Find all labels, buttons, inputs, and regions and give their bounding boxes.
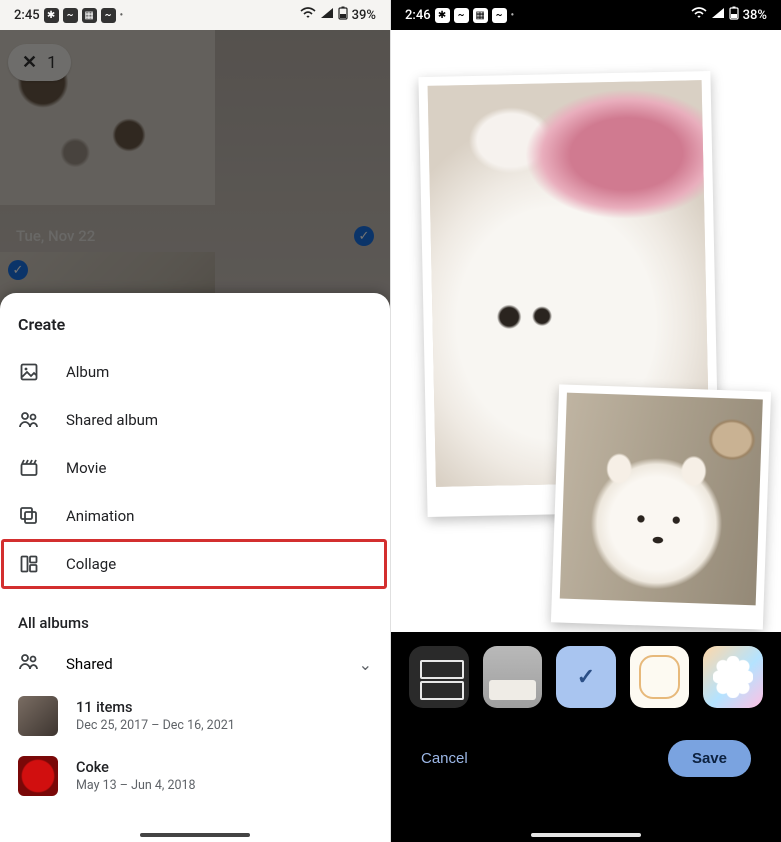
screen-collage-editor: 2:46 ✱ ~ ▦ ~ • 38%: [391, 0, 781, 842]
notification-dot-icon: •: [511, 10, 515, 21]
album-title: Coke: [76, 759, 196, 776]
album-title: 11 items: [76, 699, 235, 716]
photo-content: [560, 393, 763, 606]
statusbar: 2:46 ✱ ~ ▦ ~ • 38%: [391, 0, 781, 30]
style-option-polaroid-selected[interactable]: [556, 646, 616, 708]
notification-dot-icon: •: [120, 10, 124, 21]
messenger2-icon: ~: [101, 8, 116, 23]
menu-item-label: Shared album: [66, 411, 158, 429]
movie-icon: [18, 457, 40, 479]
select-all-check-icon[interactable]: ✓: [354, 226, 374, 246]
cell-signal-icon: [711, 7, 725, 23]
battery-icon: [338, 6, 348, 24]
menu-item-label: Movie: [66, 459, 106, 477]
menu-item-animation[interactable]: Animation: [0, 492, 390, 540]
slack-icon: ✱: [435, 8, 450, 23]
album-row[interactable]: 11 items Dec 25, 2017 – Dec 16, 2021: [0, 686, 390, 746]
menu-item-label: Album: [66, 363, 109, 381]
create-section-title: Create: [0, 315, 390, 348]
shared-icon: [18, 409, 40, 431]
all-albums-title: All albums: [0, 602, 390, 642]
album-row[interactable]: Coke May 13 – Jun 4, 2018: [0, 746, 390, 806]
animation-icon: [18, 505, 40, 527]
album-icon: [18, 361, 40, 383]
selected-check-icon[interactable]: ✓: [8, 260, 28, 280]
date-header-label: Tue, Nov 22: [16, 227, 95, 245]
menu-item-label: Animation: [66, 507, 134, 525]
style-option-two-stack[interactable]: [409, 646, 469, 708]
messenger2-icon: ~: [492, 8, 507, 23]
status-time: 2:46: [405, 8, 431, 23]
selection-count: 1: [47, 53, 57, 73]
style-option-flower[interactable]: [703, 646, 763, 708]
add-to-sheet: Create Album Shared album Movie Animatio…: [0, 293, 390, 842]
nav-handle[interactable]: [531, 833, 641, 837]
wifi-icon: [691, 7, 707, 23]
cancel-button[interactable]: Cancel: [421, 750, 468, 767]
battery-percent: 39%: [352, 8, 376, 23]
date-header-row[interactable]: Tue, Nov 22 ✓: [0, 216, 390, 256]
menu-item-label: Collage: [66, 555, 116, 573]
selection-pill[interactable]: ✕ 1: [8, 44, 71, 81]
collage-photo-2[interactable]: [551, 384, 771, 629]
screen-photos-selection: 2:45 ✱ ~ ▦ ~ • 39% ✕ 1 Tue, Nov 22 ✓: [0, 0, 391, 842]
nav-handle[interactable]: [140, 833, 250, 837]
shared-icon: [18, 652, 40, 676]
calendar-icon: ▦: [473, 8, 488, 23]
album-thumbnail: [18, 756, 58, 796]
messenger-icon: ~: [454, 8, 469, 23]
album-subtitle: Dec 25, 2017 – Dec 16, 2021: [76, 718, 235, 733]
collage-canvas[interactable]: [391, 30, 781, 662]
menu-item-collage[interactable]: Collage: [2, 540, 386, 588]
battery-percent: 38%: [743, 8, 767, 23]
close-icon[interactable]: ✕: [22, 52, 37, 73]
style-option-rounded-white[interactable]: [630, 646, 690, 708]
menu-item-shared-album[interactable]: Shared album: [0, 396, 390, 444]
status-time: 2:45: [14, 8, 40, 23]
slack-icon: ✱: [44, 8, 59, 23]
save-button[interactable]: Save: [668, 740, 751, 777]
shared-row-label: Shared: [66, 655, 113, 673]
album-row-shared[interactable]: Shared ⌄: [0, 642, 390, 686]
cell-signal-icon: [320, 7, 334, 23]
collage-icon: [18, 553, 40, 575]
style-option-muted[interactable]: [483, 646, 543, 708]
calendar-icon: ▦: [82, 8, 97, 23]
collage-bottom-bar: Cancel Save: [391, 632, 781, 842]
menu-item-movie[interactable]: Movie: [0, 444, 390, 492]
album-subtitle: May 13 – Jun 4, 2018: [76, 778, 196, 793]
statusbar: 2:45 ✱ ~ ▦ ~ • 39%: [0, 0, 390, 30]
chevron-down-icon[interactable]: ⌄: [359, 655, 372, 674]
messenger-icon: ~: [63, 8, 78, 23]
battery-icon: [729, 6, 739, 24]
album-thumbnail: [18, 696, 58, 736]
collage-style-picker: [391, 646, 781, 708]
menu-item-album[interactable]: Album: [0, 348, 390, 396]
wifi-icon: [300, 7, 316, 23]
